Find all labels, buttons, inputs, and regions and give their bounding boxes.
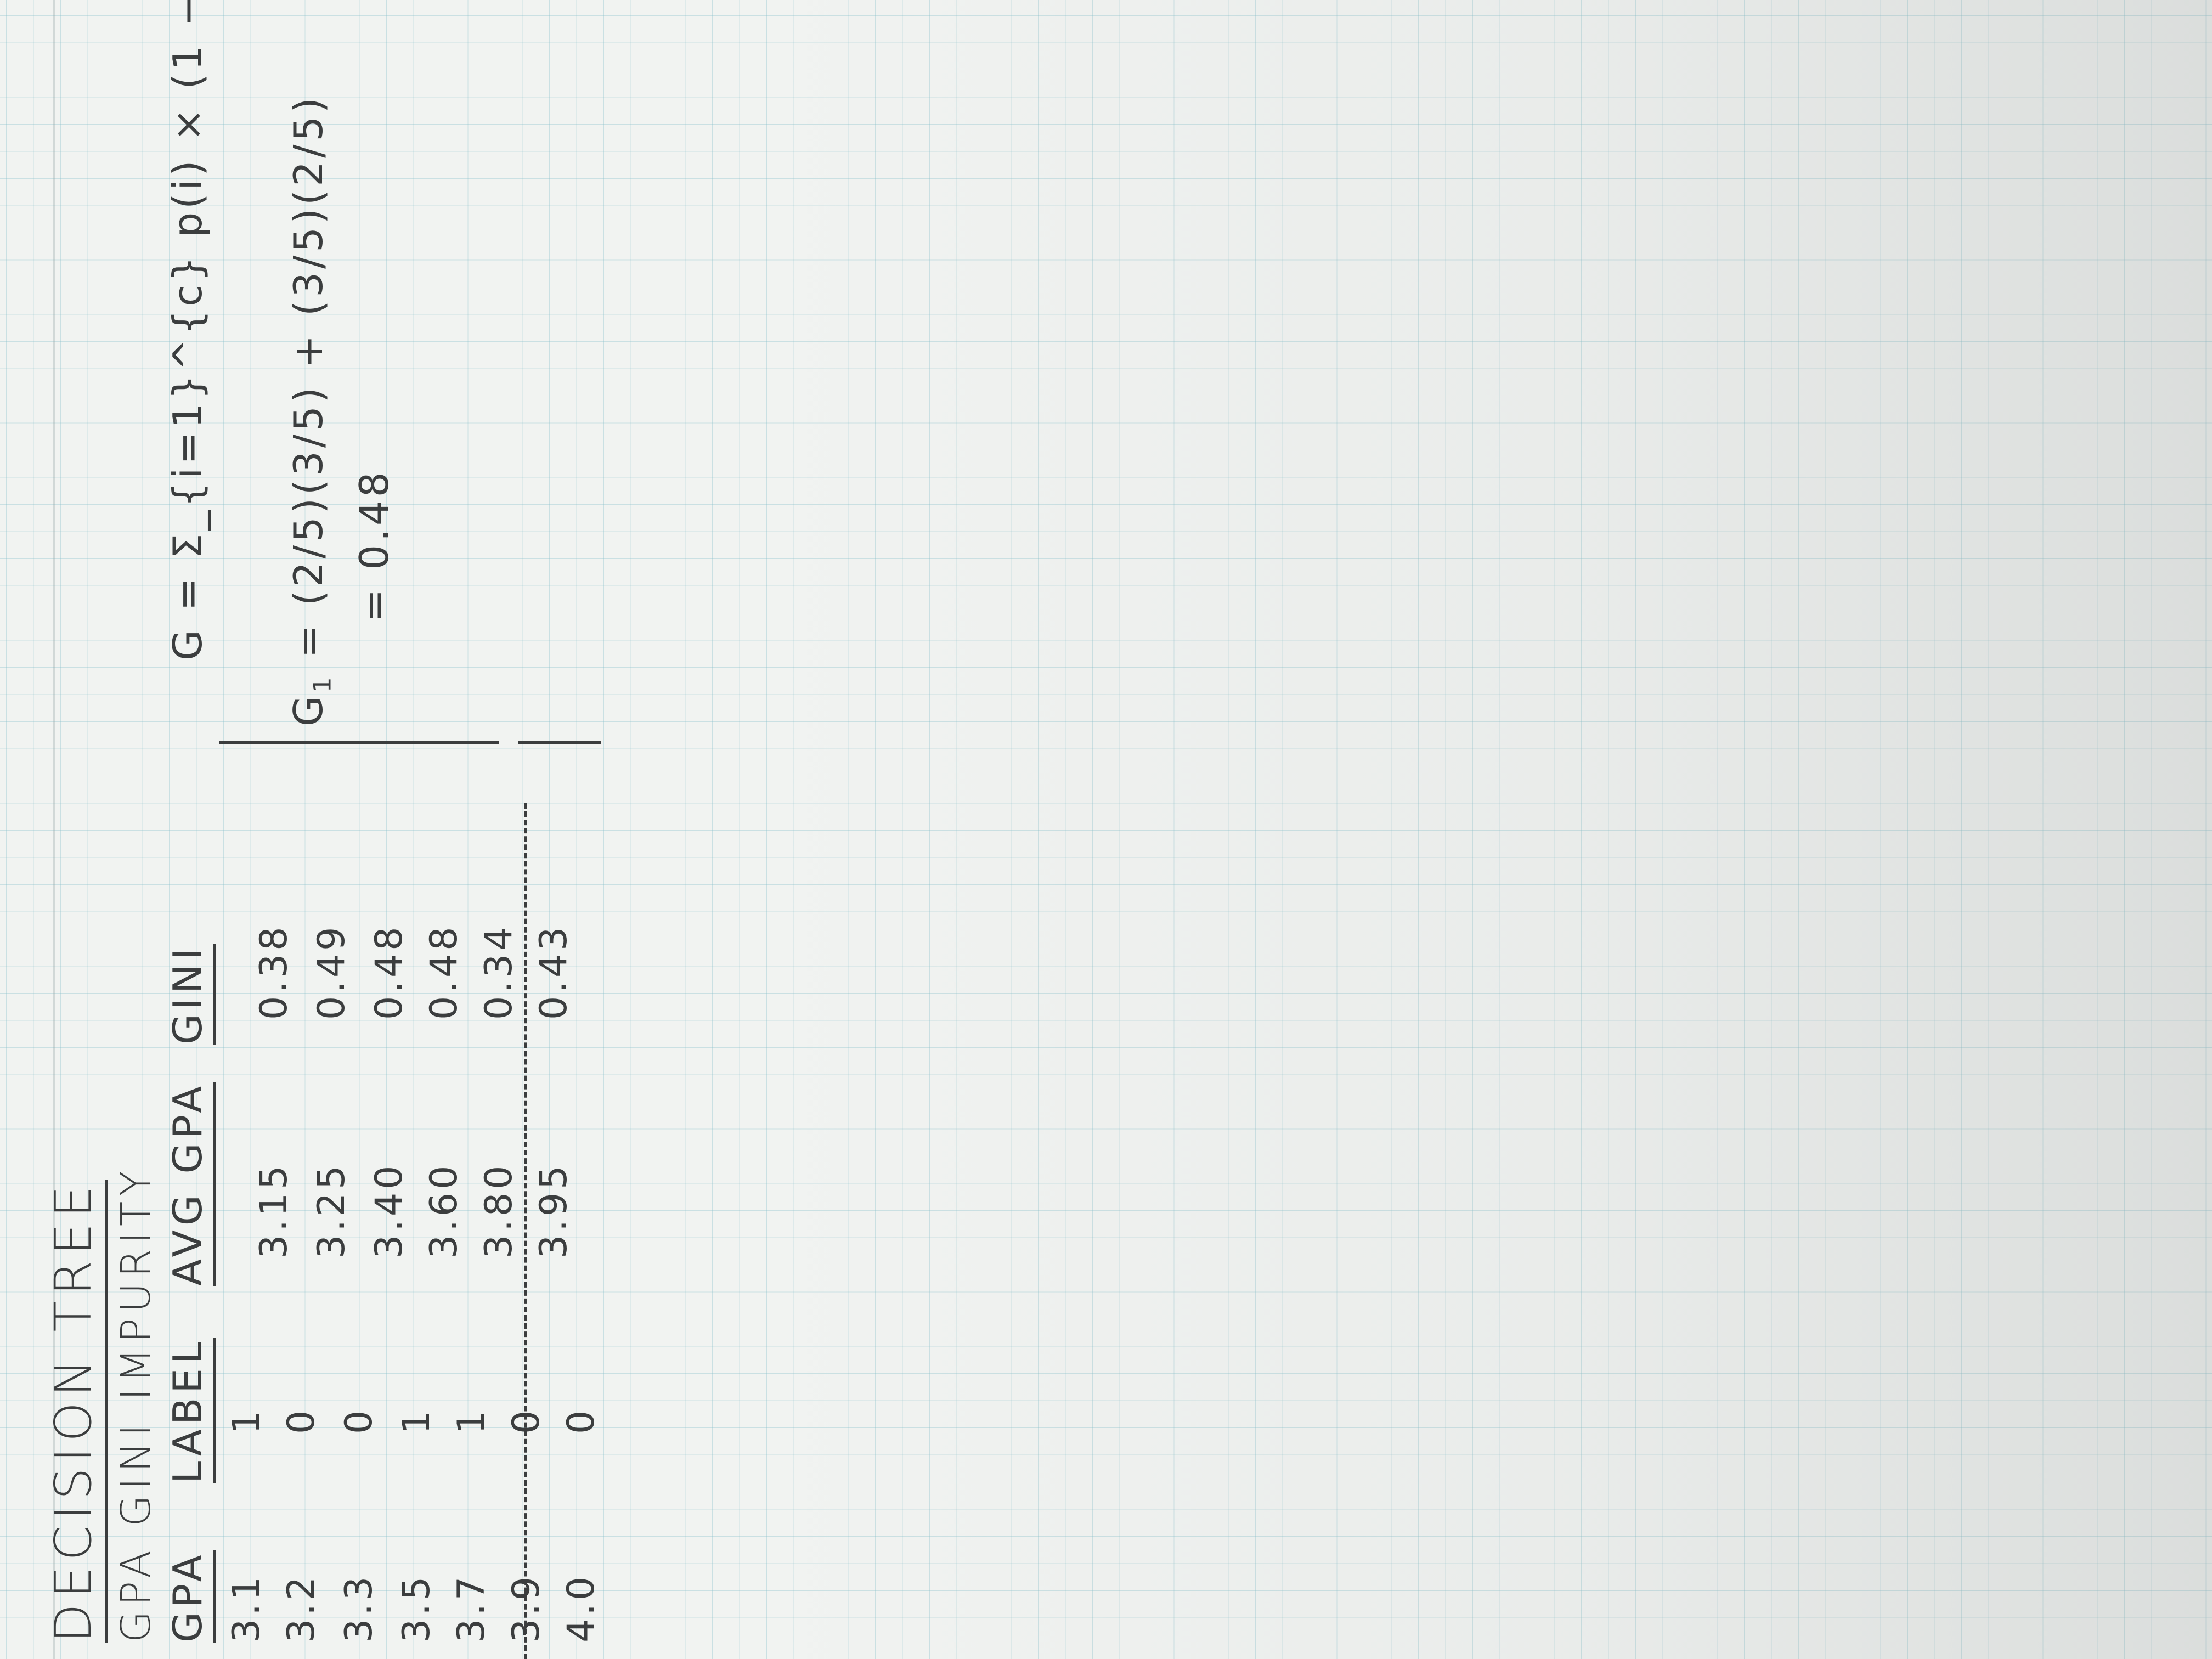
header-gini: GINI <box>165 943 216 1045</box>
header-label: LABEL <box>165 1337 216 1483</box>
avg-gpa-cell: 3.60 <box>422 1162 466 1259</box>
gpa-cell: 3.5 <box>395 1573 438 1643</box>
gpa-cell: 3.1 <box>225 1573 268 1643</box>
gini-cell: 0.48 <box>422 923 466 1020</box>
gini-cell: 0.49 <box>310 923 353 1020</box>
header-gpa: GPA <box>165 1550 216 1643</box>
g1-symbol: G <box>285 692 331 726</box>
label-cell: 1 <box>225 1407 268 1434</box>
page-title: DECISION TREE <box>44 1180 108 1643</box>
rotated-notes: DECISION TREE GPA GINI IMPURITY GPA LABE… <box>0 0 2212 1659</box>
gpa-cell: 3.7 <box>450 1573 493 1643</box>
best-split-dashed-line <box>524 803 527 1659</box>
header-avg-gpa: AVG GPA <box>165 1081 216 1286</box>
gini-cell: 0.43 <box>532 923 575 1020</box>
label-cell: 0 <box>280 1407 323 1434</box>
label-cell: 0 <box>560 1407 603 1434</box>
gini-cell: 0.34 <box>477 923 521 1020</box>
avg-gpa-cell: 3.25 <box>310 1162 353 1259</box>
g1-subscript: 1 <box>308 674 337 693</box>
right-brace <box>518 741 601 754</box>
gpa-cell: 4.0 <box>560 1573 603 1643</box>
avg-gpa-cell: 3.40 <box>368 1162 411 1259</box>
gpa-cell: 3.3 <box>337 1573 381 1643</box>
graph-paper-page: DECISION TREE GPA GINI IMPURITY GPA LABE… <box>0 0 2212 1659</box>
gini-cell: 0.38 <box>252 923 296 1020</box>
gini-cell: 0.48 <box>368 923 411 1020</box>
label-cell: 1 <box>450 1407 493 1434</box>
g1-formula: G1 = (2/5)(3/5) + (3/5)(2/5) <box>285 94 336 726</box>
g1-result: = 0.48 <box>351 469 397 622</box>
page-subtitle: GPA GINI IMPURITY <box>112 1165 160 1643</box>
avg-gpa-cell: 3.95 <box>532 1162 575 1259</box>
avg-gpa-cell: 3.15 <box>252 1162 296 1259</box>
g1-expression: = (2/5)(3/5) + (3/5)(2/5) <box>285 94 331 658</box>
label-cell: 1 <box>395 1407 438 1434</box>
label-cell: 0 <box>337 1407 381 1434</box>
gpa-cell: 3.2 <box>280 1573 323 1643</box>
gini-formula: G = Σ_{i=1}^{c} p(i) × (1 − p(i)) <box>165 0 211 661</box>
left-brace <box>219 741 499 754</box>
avg-gpa-cell: 3.80 <box>477 1162 521 1259</box>
